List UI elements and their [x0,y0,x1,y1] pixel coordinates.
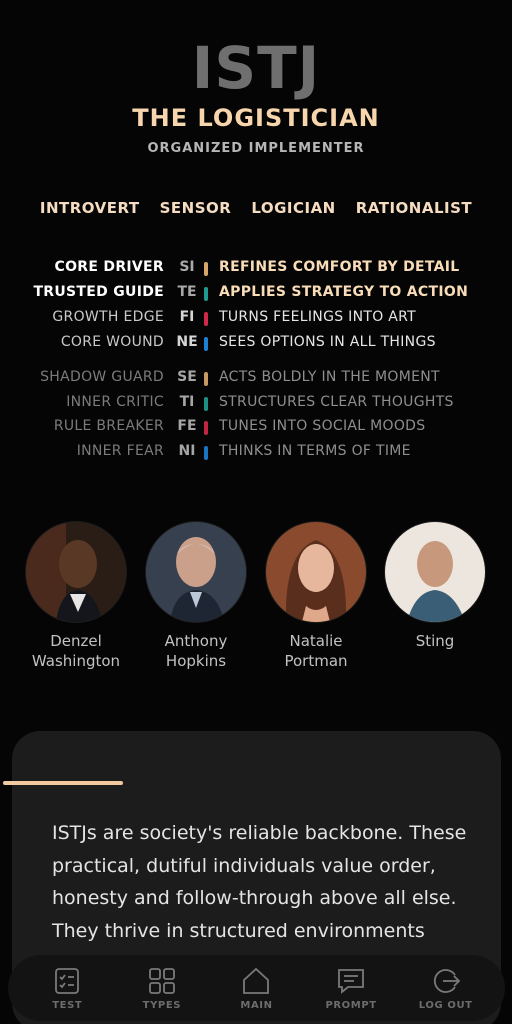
nav-label: PROMPT [325,999,377,1011]
nav-label: TEST [52,999,83,1011]
person-card[interactable]: Anthony Hopkins [136,522,256,671]
avatar [266,522,366,622]
nav-prompt[interactable]: PROMPT [311,966,391,1011]
function-description: STRUCTURES CLEAR THOUGHTS [219,394,454,410]
function-row-rule-breaker: RULE BREAKER FE TUNES INTO SOCIAL MOODS [0,418,512,438]
nav-types[interactable]: TYPES [122,966,202,1011]
function-description: SEES OPTIONS IN ALL THINGS [219,334,436,350]
function-color-bar [204,372,208,386]
function-description: ACTS BOLDLY IN THE MOMENT [219,369,440,385]
function-code: FI [179,309,195,325]
function-color-bar [204,262,208,276]
avatar [385,522,485,622]
function-role: TRUSTED GUIDE [33,284,164,300]
nav-label: MAIN [240,999,273,1011]
grid-icon [148,967,175,994]
function-code: NI [178,443,196,459]
bottom-nav: TEST TYPES MAIN PROMPT LOG OUT [8,955,505,1021]
function-row-trusted-guide: TRUSTED GUIDE TE APPLIES STRATEGY TO ACT… [0,284,512,304]
function-description: TURNS FEELINGS INTO ART [219,309,417,325]
function-color-bar [204,312,208,326]
nav-test[interactable]: TEST [27,966,107,1011]
function-row-core-driver: CORE DRIVER SI REFINES COMFORT BY DETAIL [0,259,512,279]
trait-rationalist: RATIONALIST [355,199,473,217]
avatar [26,522,126,622]
function-description: REFINES COMFORT BY DETAIL [219,259,460,275]
function-description: THINKS IN TERMS OF TIME [219,443,411,459]
nav-main[interactable]: MAIN [216,966,296,1011]
function-role: GROWTH EDGE [52,309,164,325]
function-color-bar [204,397,208,411]
function-row-growth-edge: GROWTH EDGE FI TURNS FEELINGS INTO ART [0,309,512,329]
function-color-bar [204,446,208,460]
function-code: TI [179,394,195,410]
function-code: SI [179,259,195,275]
function-role: CORE WOUND [60,334,164,350]
card-accent-line [3,781,123,785]
logout-icon [433,968,460,993]
function-description: APPLIES STRATEGY TO ACTION [219,284,469,300]
trait-sensor: SENSOR [159,199,232,217]
chat-icon [338,968,364,994]
function-row-inner-fear: INNER FEAR NI THINKS IN TERMS OF TIME [0,443,512,463]
trait-logician: LOGICIAN [251,199,336,217]
function-role: INNER FEAR [76,443,164,459]
home-icon [243,967,270,994]
function-row-shadow-guard: SHADOW GUARD SE ACTS BOLDLY IN THE MOMEN… [0,369,512,389]
person-name: Natalie Portman [284,632,348,670]
type-description: ISTJs are society's reliable backbone. T… [52,822,467,942]
nav-label: LOG OUT [418,999,473,1011]
person-card[interactable]: Denzel Washington [16,522,136,671]
person-name: Anthony Hopkins [164,632,228,670]
type-name: THE LOGISTICIAN [132,104,380,132]
nav-logout[interactable]: LOG OUT [406,966,486,1011]
avatar [146,522,246,622]
trait-list: INTROVERT SENSOR LOGICIAN RATIONALIST [0,199,512,217]
person-card[interactable]: Natalie Portman [256,522,376,671]
function-code: SE [177,369,197,385]
function-role: INNER CRITIC [66,394,164,410]
function-color-bar [204,421,208,435]
function-role: SHADOW GUARD [40,369,164,385]
function-role: RULE BREAKER [53,418,164,434]
function-color-bar [204,287,208,301]
nav-label: TYPES [142,999,182,1011]
function-row-inner-critic: INNER CRITIC TI STRUCTURES CLEAR THOUGHT… [0,394,512,414]
function-role: CORE DRIVER [54,259,164,275]
type-subtitle: ORGANIZED IMPLEMENTER [147,141,365,156]
person-name: Sting [415,632,455,650]
trait-introvert: INTROVERT [39,199,140,217]
function-code: NE [176,334,198,350]
checklist-icon [55,967,80,994]
person-name: Denzel Washington [31,632,121,670]
function-row-core-wound: CORE WOUND NE SEES OPTIONS IN ALL THINGS [0,334,512,354]
function-description: TUNES INTO SOCIAL MOODS [219,418,426,434]
function-code: TE [177,284,197,300]
function-color-bar [204,337,208,351]
function-code: FE [177,418,197,434]
person-card[interactable]: Sting [375,522,495,651]
type-code: ISTJ [191,34,321,102]
